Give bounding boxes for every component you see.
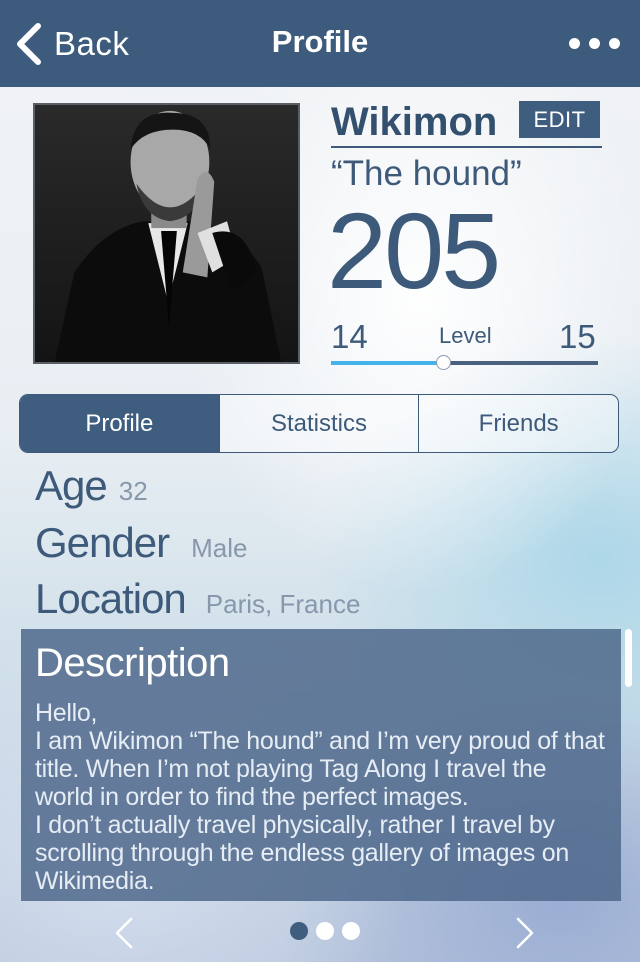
avatar (35, 105, 298, 362)
location-row: Location Paris, France (35, 575, 360, 623)
description-scrollbar[interactable] (625, 629, 632, 687)
navbar: Back Profile (0, 0, 640, 87)
next-page-button[interactable] (514, 916, 536, 950)
page-dot-3[interactable] (342, 922, 360, 940)
username-underline (331, 146, 602, 148)
chevron-left-icon (115, 917, 133, 949)
level-progress-fill (331, 361, 444, 365)
score: 205 (327, 190, 501, 311)
page-dot-1[interactable] (290, 922, 308, 940)
page-dot-2[interactable] (316, 922, 334, 940)
page-indicator (290, 922, 360, 940)
level-label: Level (439, 323, 492, 348)
level-progress-thumb[interactable] (436, 355, 452, 370)
more-options-button[interactable] (569, 38, 620, 49)
previous-page-button[interactable] (113, 916, 135, 950)
chevron-right-icon (516, 917, 534, 949)
gender-row: Gender Male (35, 519, 247, 567)
nickname: “The hound” (331, 154, 522, 193)
more-dots-icon (569, 38, 580, 49)
next-level: 15 (559, 318, 596, 355)
profile-photo (33, 103, 300, 364)
age-row: Age 32 (35, 462, 148, 510)
description-body: Hello, I am Wikimon “The hound” and I’m … (35, 699, 605, 895)
page-title: Profile (271, 24, 369, 59)
location-label: Location (35, 575, 187, 622)
tab-statistics[interactable]: Statistics (220, 395, 420, 452)
description-panel: Description Hello, I am Wikimon “The hou… (21, 629, 621, 901)
tab-profile[interactable]: Profile (20, 395, 220, 452)
age-value: 32 (118, 476, 148, 506)
description-title: Description (35, 641, 230, 685)
gender-value: Male (191, 533, 248, 563)
level-progress-bar (331, 355, 598, 370)
tab-friends[interactable]: Friends (419, 395, 618, 452)
edit-button[interactable]: EDIT (519, 101, 600, 138)
location-value: Paris, France (205, 589, 361, 619)
current-level: 14 (331, 318, 368, 355)
segmented-tabs: Profile Statistics Friends (19, 394, 619, 453)
gender-label: Gender (35, 519, 170, 566)
username: Wikimon (331, 100, 498, 144)
age-label: Age (35, 462, 108, 509)
